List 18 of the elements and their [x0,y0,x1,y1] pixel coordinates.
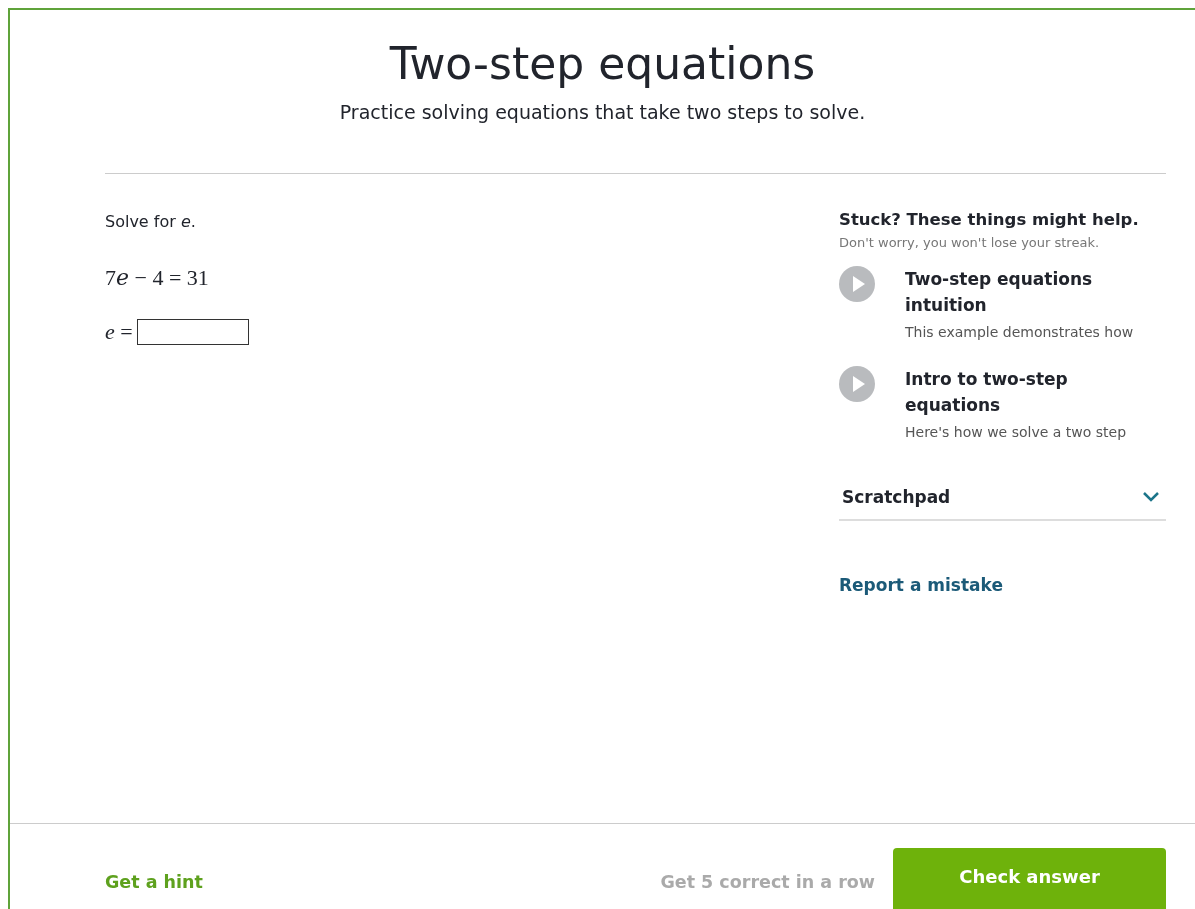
answer-field[interactable] [136,319,249,345]
play-icon[interactable] [839,366,875,402]
play-icon[interactable] [839,266,875,302]
help-heading: Stuck? These things might help. [839,210,1140,229]
streak-goal: Get 5 correct in a row [660,872,875,892]
video-title[interactable]: Intro to two-step equations [905,366,1115,418]
answer-label: e = [105,319,133,345]
page-title: Two-step equations [389,38,816,90]
equation: 7e − 4 = 31 [105,265,210,291]
video-title[interactable]: Two-step equations intuition [905,266,1115,318]
help-note: Don't worry, you won't lose your streak. [839,235,1101,250]
chevron-icon [1142,491,1160,503]
scratchpad-toggle[interactable]: Scratchpad [839,486,1166,521]
problem-prompt: Solve for e. [105,212,197,231]
video-description: This example demonstrates how [905,324,1134,340]
video-description: Here's how we solve a two step [905,424,1126,440]
report-link[interactable]: Report a mistake [839,575,1003,595]
page-subtitle: Practice solving equations that take two steps to solve. [339,100,866,124]
